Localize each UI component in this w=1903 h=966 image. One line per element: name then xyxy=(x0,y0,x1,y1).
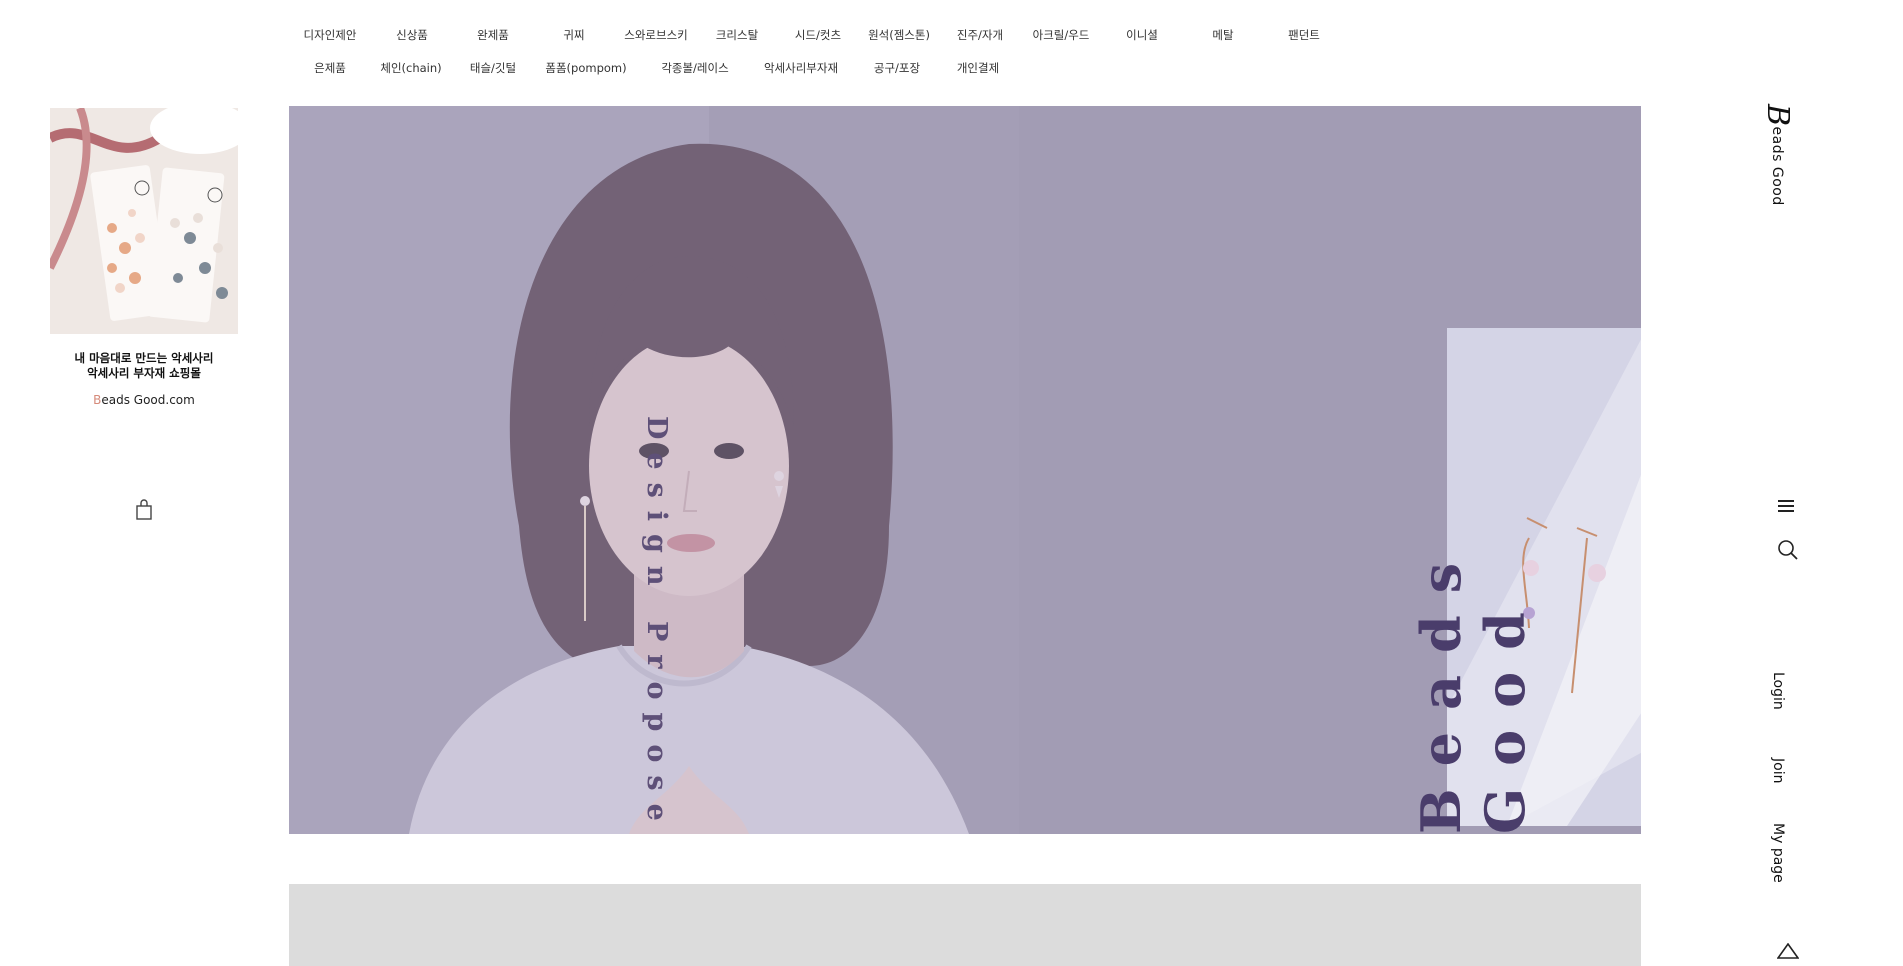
site-url-rest: eads Good.com xyxy=(101,393,195,407)
promo-line-2: 악세사리 부자재 쇼핑몰 xyxy=(87,366,201,380)
nav-item-swarovski[interactable]: 스와로브스키 xyxy=(624,22,687,48)
main-banner-slider[interactable]: Design Propose Beads Good xyxy=(289,106,1641,834)
promo-image[interactable] xyxy=(50,108,238,334)
earring-card-illustration xyxy=(50,108,238,334)
join-link[interactable]: Join xyxy=(1770,758,1786,783)
nav-item-design-propose[interactable]: 디자인제안 xyxy=(304,22,357,48)
nav-item-pompom[interactable]: 폼폼(pompom) xyxy=(545,55,626,81)
brand-logo[interactable]: Beads Good xyxy=(1760,104,1795,206)
nav-item-chain[interactable]: 체인(chain) xyxy=(380,55,441,81)
hamburger-menu-icon[interactable] xyxy=(1778,498,1794,517)
triangle-up-icon[interactable] xyxy=(1776,942,1800,963)
left-sidebar: 내 마음대로 만드는 악세사리 악세사리 부자재 쇼핑몰 Beads Good.… xyxy=(50,108,238,520)
nav-item-gemstone[interactable]: 원석(젬스톤) xyxy=(868,22,930,48)
nav-item-metal[interactable]: 메탈 xyxy=(1212,22,1233,48)
nav-item-seed-cuts[interactable]: 시드/컷츠 xyxy=(795,22,841,48)
shopping-bag-icon[interactable] xyxy=(134,499,154,521)
lower-content-placeholder xyxy=(289,884,1641,966)
nav-item-pendant[interactable]: 팬던트 xyxy=(1288,22,1320,48)
login-link[interactable]: Login xyxy=(1770,672,1786,710)
site-url[interactable]: Beads Good.com xyxy=(50,393,238,407)
nav-item-accessory-parts[interactable]: 악세사리부자재 xyxy=(764,55,838,81)
mypage-link[interactable]: My page xyxy=(1770,823,1786,883)
nav-item-tools-packing[interactable]: 공구/포장 xyxy=(874,55,920,81)
banner-vertical-text-brand: Beads Good xyxy=(1409,540,1537,834)
right-sidebar: Beads Good Login Join My page xyxy=(1760,0,1820,966)
nav-item-finished[interactable]: 완제품 xyxy=(477,22,509,48)
nav-item-ball-lace[interactable]: 각종볼/레이스 xyxy=(661,55,728,81)
nav-item-acrylic-wood[interactable]: 아크릴/우드 xyxy=(1033,22,1090,48)
nav-item-tassel[interactable]: 태슬/깃털 xyxy=(470,55,516,81)
nav-item-clip-earrings[interactable]: 귀찌 xyxy=(563,22,584,48)
brand-logo-rest: eads Good xyxy=(1769,126,1785,206)
promo-line-1: 내 마음대로 만드는 악세사리 xyxy=(74,351,214,365)
brand-logo-initial: B xyxy=(1760,104,1795,127)
promo-caption: 내 마음대로 만드는 악세사리 악세사리 부자재 쇼핑몰 xyxy=(50,351,238,381)
nav-item-new[interactable]: 신상품 xyxy=(396,22,428,48)
nav-item-initial[interactable]: 이니셜 xyxy=(1126,22,1158,48)
nav-item-silver[interactable]: 은제품 xyxy=(314,55,346,81)
banner-vertical-text-design: Design Propose xyxy=(641,416,672,834)
nav-item-personal-payment[interactable]: 개인결제 xyxy=(957,55,999,81)
search-icon[interactable] xyxy=(1777,539,1799,565)
nav-item-pearl[interactable]: 진주/자개 xyxy=(957,22,1003,48)
nav-item-crystal[interactable]: 크리스탈 xyxy=(716,22,758,48)
